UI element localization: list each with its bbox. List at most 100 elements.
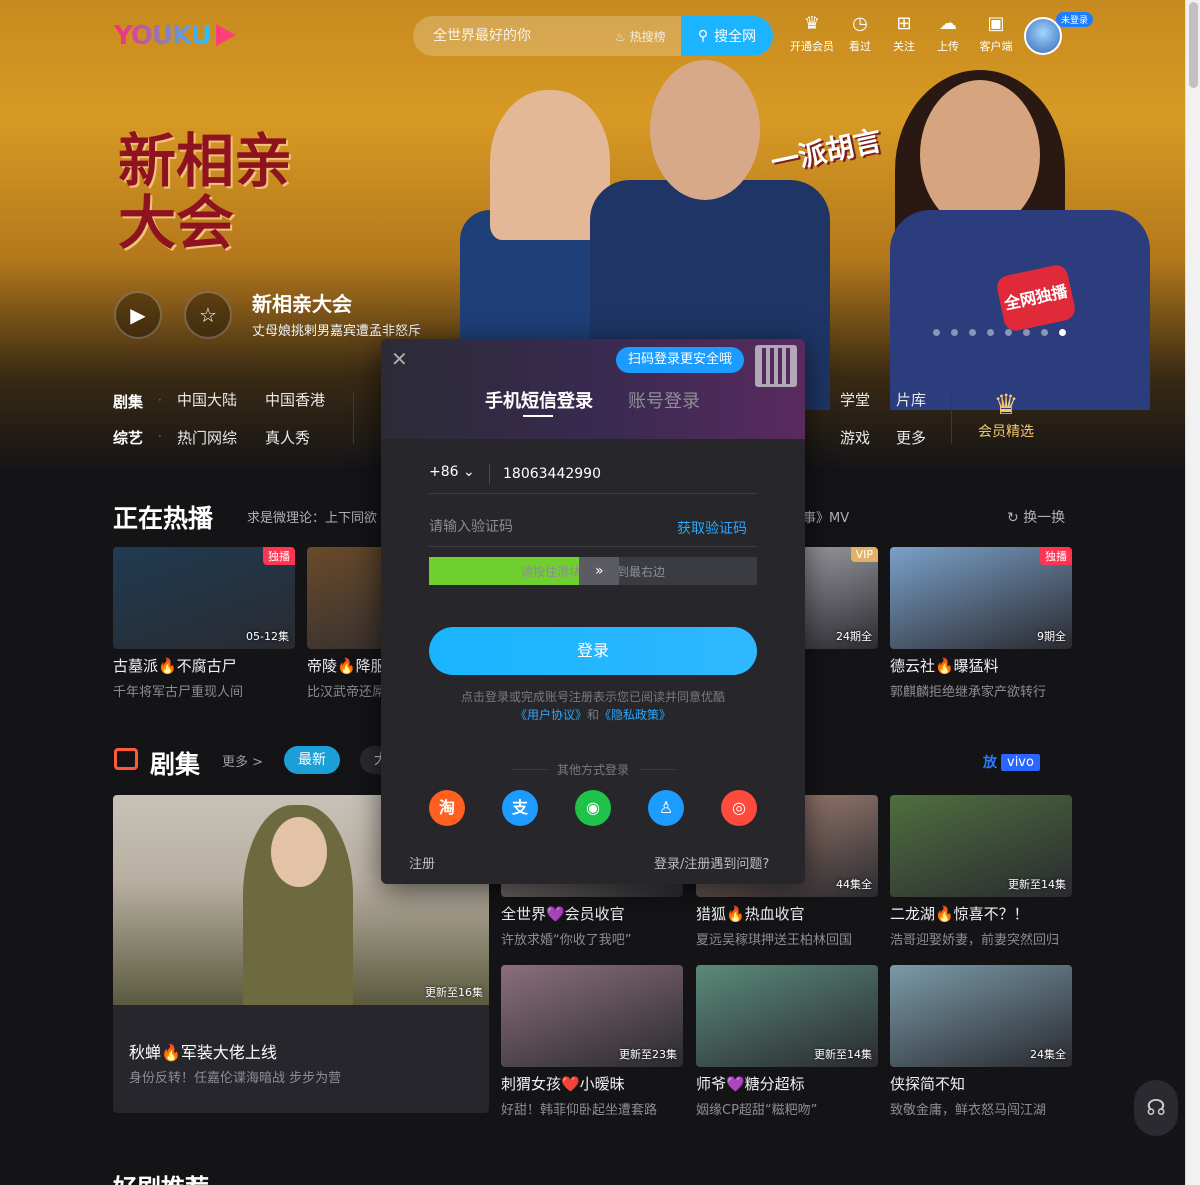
- and-text: 和: [586, 708, 599, 722]
- divider: [489, 464, 490, 484]
- video-subtitle: 千年将军古尸重现人间: [113, 685, 244, 700]
- hot-rank-link[interactable]: ♨ 热搜榜: [615, 28, 666, 45]
- nav-more[interactable]: 更多: [896, 427, 926, 448]
- video-subtitle: 致敬金庸，鲜衣怒马闯江湖: [890, 1103, 1047, 1118]
- nav-reality-show[interactable]: 真人秀: [265, 427, 310, 448]
- scroll-thumb[interactable]: [1189, 2, 1198, 88]
- tab-latest[interactable]: 最新: [284, 746, 340, 774]
- hot-ticker[interactable]: 求是微理论：上下同欲: [247, 507, 377, 526]
- qr-login-hint[interactable]: 扫码登录更安全哦: [616, 347, 745, 373]
- carousel-dot[interactable]: [987, 329, 994, 336]
- video-thumbnail: 24集全: [890, 965, 1072, 1067]
- sponsor-logo[interactable]: 放 vivo: [983, 752, 1040, 772]
- slider-handle[interactable]: »: [579, 557, 620, 585]
- toolbar-follow[interactable]: ⊞ 关注: [882, 12, 926, 54]
- nav-variety[interactable]: 综艺: [113, 427, 143, 448]
- phone-row: +86 ⌄: [429, 454, 757, 494]
- country-code-select[interactable]: +86 ⌄: [429, 464, 475, 480]
- refresh-button[interactable]: ↻ 换一换: [1007, 507, 1065, 527]
- verification-code-input[interactable]: [429, 515, 629, 539]
- search-input[interactable]: [433, 16, 613, 56]
- video-card[interactable]: 更新至14集 师爷💜糖分超标 姻缘CP超甜“糍粑吻”: [696, 965, 878, 1118]
- sponsor-mark: 放: [983, 755, 997, 771]
- qr-code-icon[interactable]: [755, 345, 797, 387]
- carousel-dot[interactable]: [1041, 329, 1048, 336]
- nav-mainland[interactable]: 中国大陆: [177, 389, 237, 410]
- agreement-text: 点击登录或完成账号注册表示您已阅读并同意优酷 《用户协议》和《隐私政策》: [381, 688, 805, 724]
- user-agreement-link[interactable]: 《用户协议》: [515, 708, 587, 722]
- toolbar-label: 客户端: [979, 40, 1013, 53]
- nav-hot-web-variety[interactable]: 热门网综: [177, 427, 237, 448]
- star-icon: ☆: [199, 303, 217, 327]
- toolbar-label: 上传: [937, 40, 959, 53]
- episode-note: 更新至14集: [1008, 878, 1066, 891]
- vip-icon: ♛: [803, 13, 821, 34]
- feedback-button[interactable]: ☊: [1134, 1080, 1178, 1136]
- drama-more-link[interactable]: 更多 >: [222, 751, 263, 770]
- video-card[interactable]: 独播 05-12集 古墓派🔥不腐古尸 千年将军古尸重现人间: [113, 547, 295, 700]
- close-icon[interactable]: ✕: [391, 347, 408, 371]
- video-card[interactable]: 24集全 侠探简不知 致敬金庸，鲜衣怒马闯江湖: [890, 965, 1072, 1118]
- video-subtitle: 许放求婚“你收了我吧”: [501, 933, 632, 948]
- agreement-notice: 点击登录或完成账号注册表示您已阅读并同意优酷: [460, 690, 725, 704]
- phone-input[interactable]: [503, 462, 743, 486]
- wechat-icon[interactable]: ◉: [575, 790, 611, 826]
- nav-separator: ·: [158, 393, 162, 407]
- nav-divider: [353, 392, 354, 444]
- nav-library[interactable]: 片库: [896, 389, 926, 410]
- tab-account-login[interactable]: 账号登录: [628, 387, 700, 413]
- follow-icon: ⊞: [896, 13, 912, 34]
- toolbar-client[interactable]: ▣ 客户端: [970, 12, 1022, 54]
- toolbar-upload[interactable]: ☁ 上传: [926, 12, 970, 54]
- vip-pick-label: 会员精选: [978, 424, 1034, 440]
- help-link[interactable]: 登录/注册遇到问题?: [654, 853, 769, 872]
- carousel-dot[interactable]: [1005, 329, 1012, 336]
- play-icon: ▶: [130, 303, 146, 327]
- refresh-label: 换一换: [1023, 510, 1066, 526]
- video-card[interactable]: 更新至23集 刺猬女孩❤️小暧昧 好甜！韩菲仰卧起坐遭套路: [501, 965, 683, 1118]
- tab-sms-login[interactable]: 手机短信登录: [485, 387, 593, 413]
- carousel-dot[interactable]: [1059, 329, 1066, 336]
- search-button[interactable]: ⚲ 搜全网: [681, 16, 773, 56]
- youku-logo[interactable]: YOUKU: [114, 21, 212, 51]
- weibo-icon[interactable]: ◎: [721, 790, 757, 826]
- qq-icon[interactable]: ♙: [648, 790, 684, 826]
- nav-drama[interactable]: 剧集: [113, 391, 143, 412]
- play-button[interactable]: ▶: [114, 291, 162, 339]
- favorite-button[interactable]: ☆: [184, 291, 232, 339]
- episode-note: 更新至14集: [814, 1048, 872, 1061]
- carousel-dot[interactable]: [933, 329, 940, 336]
- get-code-button[interactable]: 获取验证码: [677, 518, 747, 538]
- carousel-dot[interactable]: [969, 329, 976, 336]
- video-card[interactable]: 独播 9期全 德云社🔥曝猛料 郭麒麟拒绝继承家产欲转行: [890, 547, 1072, 700]
- vip-pick-link[interactable]: ♛ 会员精选: [978, 388, 1034, 441]
- alipay-icon[interactable]: 支: [502, 790, 538, 826]
- login-button[interactable]: 登录: [429, 627, 757, 675]
- hero-title[interactable]: 新相亲大会: [252, 288, 352, 317]
- toolbar-vip[interactable]: ♛ 开通会员: [786, 12, 838, 54]
- carousel-dot[interactable]: [1023, 329, 1030, 336]
- hot-ticker-tail[interactable]: 事》MV: [803, 507, 849, 526]
- nav-games[interactable]: 游戏: [840, 427, 870, 448]
- video-subtitle: 浩哥迎娶娇妻，前妻突然回归: [890, 933, 1060, 948]
- video-title: 二龙湖🔥惊喜不？！: [890, 905, 1029, 923]
- video-subtitle: 好甜！韩菲仰卧起坐遭套路: [501, 1103, 658, 1118]
- episode-note: 更新至23集: [619, 1048, 677, 1061]
- search-button-label: 搜全网: [714, 29, 757, 45]
- toolbar-history[interactable]: ◷ 看过: [838, 12, 882, 54]
- video-badge: 独播: [263, 547, 295, 565]
- carousel-dot[interactable]: [951, 329, 958, 336]
- hot-section-title: 正在热播: [113, 504, 214, 533]
- video-card[interactable]: 更新至14集二龙湖🔥惊喜不？！ 浩哥迎娶娇妻，前妻突然回归: [890, 795, 1072, 948]
- taobao-icon[interactable]: 淘: [429, 790, 465, 826]
- flame-icon: ♨: [615, 30, 626, 44]
- crown-icon: ♛: [993, 388, 1019, 421]
- register-link[interactable]: 注册: [409, 853, 435, 872]
- privacy-policy-link[interactable]: 《隐私政策》: [599, 708, 671, 722]
- nav-academy[interactable]: 学堂: [840, 389, 870, 410]
- toolbar-label: 看过: [849, 40, 871, 53]
- country-code: +86: [429, 464, 459, 480]
- page-scrollbar[interactable]: [1185, 0, 1200, 1185]
- drama-section-title: 剧集: [150, 750, 201, 779]
- nav-hongkong[interactable]: 中国香港: [265, 389, 325, 410]
